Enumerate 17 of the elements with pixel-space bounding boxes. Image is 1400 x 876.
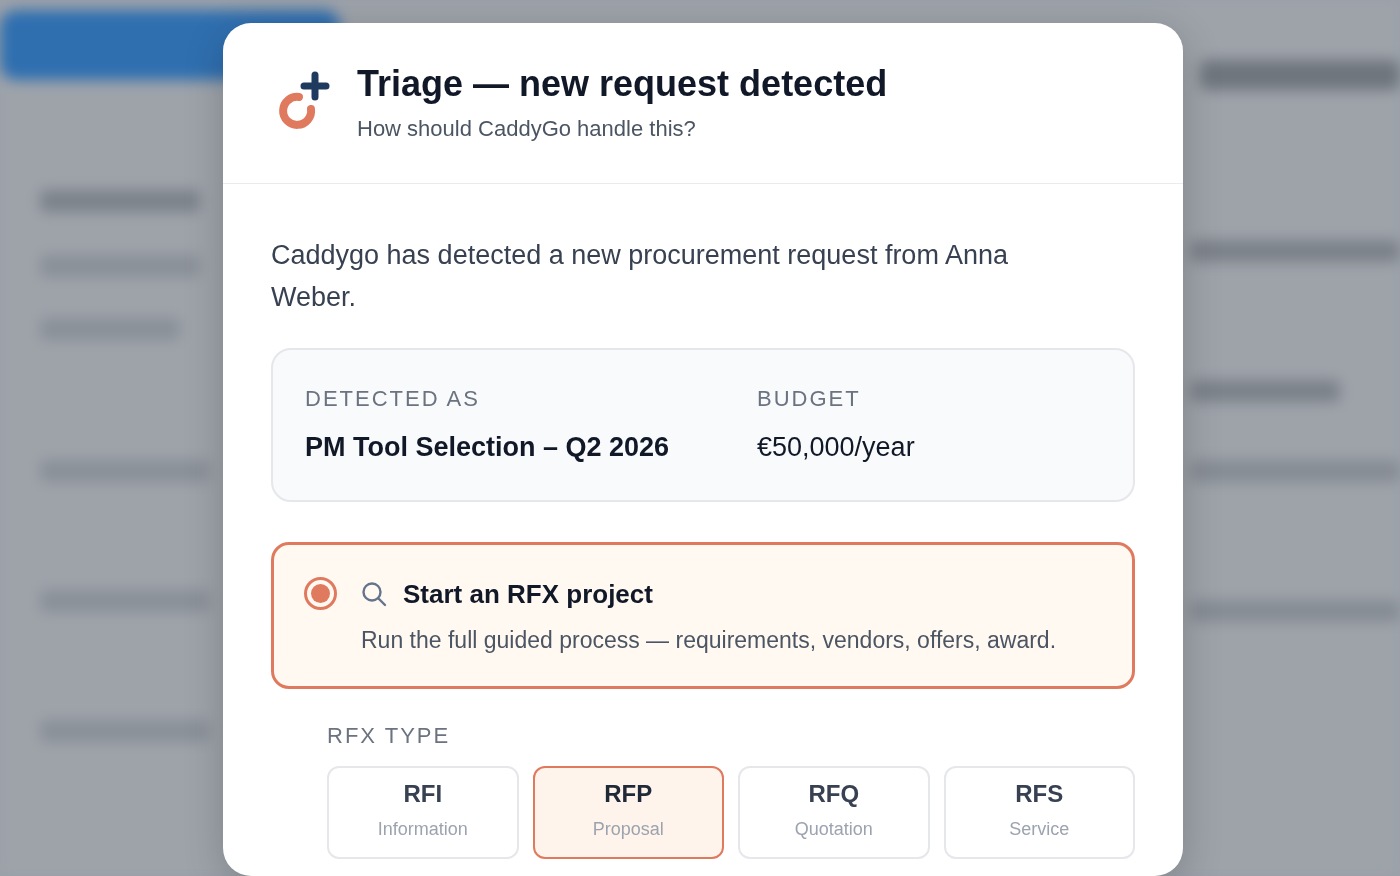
section-label: RFX TYPE	[327, 721, 452, 750]
option-card[interactable]: Start an RFX project Run the full guided process — requirements, vendors, offers, award.	[271, 541, 1135, 689]
rfx-type-button[interactable]: RFI Information	[327, 765, 519, 859]
field-value: €50,000/year	[757, 431, 916, 465]
field-label: DETECTED AS	[305, 385, 481, 414]
rfx-type-button[interactable]: RFS Service	[943, 765, 1135, 859]
rfx-type-button[interactable]: RFQ Quotation	[738, 765, 930, 859]
dialog-title: Triage — new request detected	[357, 63, 888, 105]
rfx-type-button[interactable]: RFP Proposal	[532, 765, 724, 859]
option-title: Start an RFX project	[403, 577, 653, 611]
option-description: Run the full guided process — requirements, vendors, offers, award.	[361, 625, 1057, 655]
search-icon	[361, 581, 387, 608]
field-value: PM Tool Selection – Q2 2026	[305, 431, 671, 465]
radio-button[interactable]	[304, 576, 337, 610]
detection-message: Caddygo has detected a new procurement request from Anna Weber.	[271, 239, 1009, 315]
dialog-subtitle: How should CaddyGo handle this?	[357, 115, 697, 144]
field-label: BUDGET	[757, 385, 862, 414]
